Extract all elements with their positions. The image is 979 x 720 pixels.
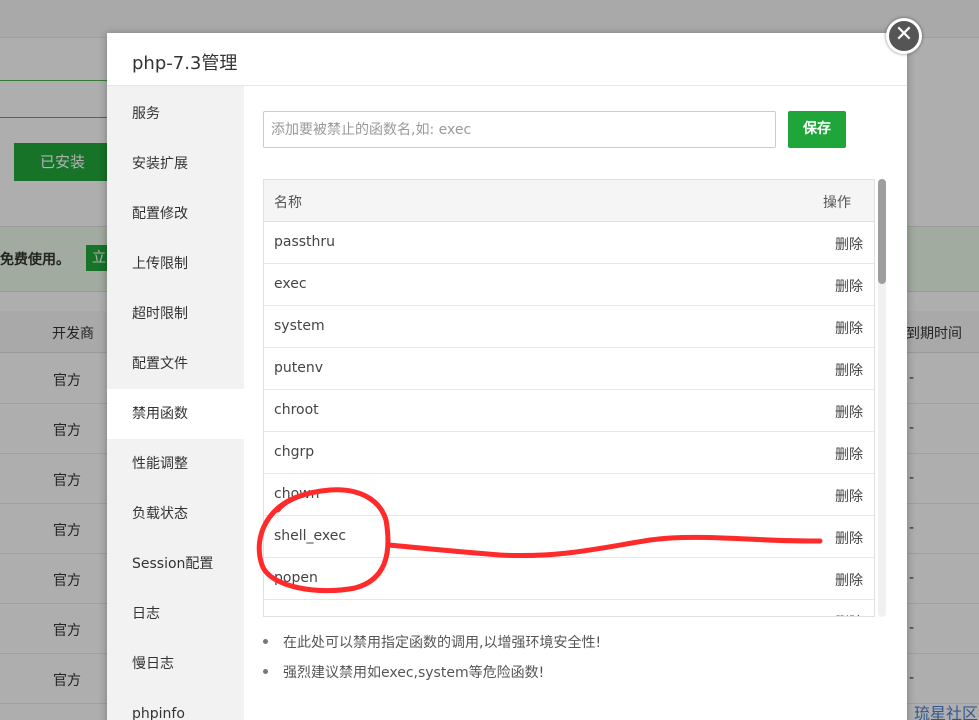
table-row: chroot 删除 xyxy=(264,390,874,432)
sidebar-item[interactable]: Session配置 xyxy=(107,539,244,589)
dialog-sidebar: 服务 安装扩展 配置修改 上传限制 超时限制 配置文件 禁用函数 性能调整 负载状态 Sessio… xyxy=(107,86,244,720)
dialog-header: php-7.3管理 xyxy=(107,33,907,86)
table-row: exec 删除 xyxy=(264,264,874,306)
sidebar-item[interactable]: phpinfo xyxy=(107,689,244,720)
function-name: passthru xyxy=(274,234,336,250)
column-action: 操作 xyxy=(823,195,851,211)
sidebar-item[interactable]: 性能调整 xyxy=(107,439,244,489)
function-name: putenv xyxy=(274,360,324,376)
function-name: chroot xyxy=(274,402,319,418)
sidebar-item[interactable]: 禁用函数 xyxy=(107,389,244,439)
delete-link[interactable]: 删除 xyxy=(835,234,863,254)
delete-link[interactable]: 删除 xyxy=(835,486,863,506)
delete-link[interactable]: 删除 xyxy=(835,318,863,338)
close-icon[interactable]: ✕ xyxy=(886,18,922,54)
sidebar-item[interactable]: 上传限制 xyxy=(107,239,244,289)
function-name: chown xyxy=(274,486,320,502)
function-name: chgrp xyxy=(274,444,315,460)
delete-link[interactable]: 删除 xyxy=(835,528,863,548)
sidebar-item[interactable]: 服务 xyxy=(107,89,244,139)
sidebar-item[interactable]: 安装扩展 xyxy=(107,139,244,189)
sidebar-item[interactable]: 配置文件 xyxy=(107,339,244,389)
sidebar-item[interactable]: 配置修改 xyxy=(107,189,244,239)
table-row: chgrp 删除 xyxy=(264,432,874,474)
function-name: system xyxy=(274,318,325,334)
table-header: 名称 操作 xyxy=(264,180,874,222)
function-name-input[interactable] xyxy=(263,111,776,148)
tip-item: 在此处可以禁用指定函数的调用,以增强环境安全性! xyxy=(263,632,863,662)
disabled-functions-panel: 保存 名称 操作 passthru 删除 exec 删除 system 删除 putenv 删… xyxy=(244,86,907,720)
function-name: shell_exec xyxy=(274,528,347,544)
column-name: 名称 xyxy=(274,195,302,211)
delete-link[interactable]: 删除 xyxy=(835,276,863,296)
php-manager-dialog: php-7.3管理 服务 安装扩展 配置修改 上传限制 超时限制 配置文件 禁用函数 性能调整… xyxy=(107,33,907,720)
sidebar-item[interactable]: 负载状态 xyxy=(107,489,244,539)
sidebar-item[interactable]: 日志 xyxy=(107,589,244,639)
table-row: shell_exec 删除 xyxy=(264,516,874,558)
delete-link[interactable]: 删除 xyxy=(835,402,863,422)
save-button[interactable]: 保存 xyxy=(788,111,846,148)
delete-link[interactable]: 删除 xyxy=(835,612,863,616)
delete-link[interactable]: 删除 xyxy=(835,444,863,464)
function-name: exec xyxy=(274,276,307,292)
table-row: popen 删除 xyxy=(264,558,874,600)
sidebar-item[interactable]: 慢日志 xyxy=(107,639,244,689)
table-row: chown 删除 xyxy=(264,474,874,516)
scrollbar-thumb[interactable] xyxy=(878,179,886,284)
help-tips: 在此处可以禁用指定函数的调用,以增强环境安全性! 强烈建议禁用如exec,sys… xyxy=(263,632,863,692)
table-row: passthru 删除 xyxy=(264,222,874,264)
disabled-functions-table: 名称 操作 passthru 删除 exec 删除 system 删除 putenv 删除 ch… xyxy=(263,179,875,617)
delete-link[interactable]: 删除 xyxy=(835,360,863,380)
table-row: system 删除 xyxy=(264,306,874,348)
sidebar-item[interactable]: 超时限制 xyxy=(107,289,244,339)
table-row: 删除 xyxy=(264,600,874,616)
table-scrollbar[interactable] xyxy=(876,179,888,617)
tip-item: 强烈建议禁用如exec,system等危险函数! xyxy=(263,662,863,692)
delete-link[interactable]: 删除 xyxy=(835,570,863,590)
dialog-title: php-7.3管理 xyxy=(132,53,238,74)
table-row: putenv 删除 xyxy=(264,348,874,390)
function-name: popen xyxy=(274,570,318,586)
